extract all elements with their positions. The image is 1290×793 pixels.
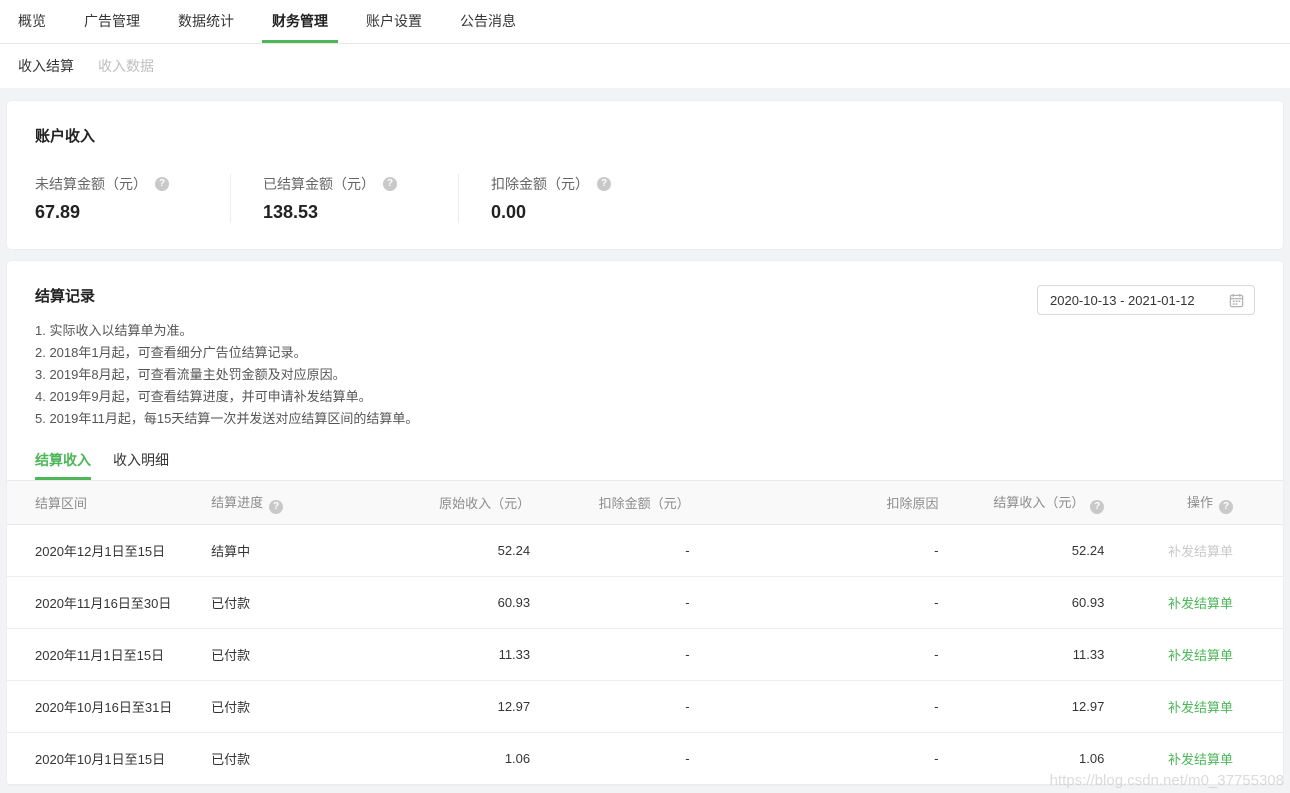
stat-deducted-label: 扣除金额（元）: [491, 174, 589, 194]
cell-settlement-income: 60.93: [938, 577, 1104, 629]
table-header-row: 结算区间 结算进度? 原始收入（元） 扣除金额（元） 扣除原因 结算收入（元）?…: [7, 481, 1283, 525]
col-header-deduction: 扣除金额（元）: [530, 481, 690, 525]
cell-period: 2020年11月16日至30日: [7, 577, 211, 629]
reissue-statement-link[interactable]: 补发结算单: [1168, 648, 1233, 663]
tab-overview[interactable]: 概览: [8, 0, 56, 43]
table-row: 2020年11月16日至30日 已付款 60.93 - - 60.93 补发结算…: [7, 577, 1283, 629]
cell-deduction-reason: -: [690, 577, 939, 629]
cell-deduction: -: [530, 577, 690, 629]
cell-period: 2020年10月16日至31日: [7, 681, 211, 733]
cell-period: 2020年10月1日至15日: [7, 733, 211, 785]
col-header-original-income: 原始收入（元）: [364, 481, 530, 525]
calendar-icon[interactable]: [1229, 293, 1244, 308]
account-income-card: 账户收入 未结算金额（元） ? 67.89 已结算金额（元） ? 138.53 …: [7, 101, 1283, 249]
reissue-statement-link[interactable]: 补发结算单: [1168, 596, 1233, 611]
note-line: 4. 2019年9月起，可查看结算进度，并可申请补发结算单。: [35, 386, 1255, 408]
cell-progress: 已付款: [211, 629, 364, 681]
top-nav: 概览 广告管理 数据统计 财务管理 账户设置 公告消息: [0, 0, 1290, 44]
note-line: 3. 2019年8月起，可查看流量主处罚金额及对应原因。: [35, 364, 1255, 386]
date-range-picker[interactable]: 2020-10-13 - 2021-01-12: [1037, 285, 1255, 315]
settlement-tabs: 结算收入 收入明细: [7, 444, 1283, 480]
tab-account-settings[interactable]: 账户设置: [356, 0, 432, 43]
col-header-deduction-reason: 扣除原因: [690, 481, 939, 525]
tab-announcements[interactable]: 公告消息: [450, 0, 526, 43]
cell-original-income: 60.93: [364, 577, 530, 629]
settlement-records-card: 结算记录 2020-10-13 - 2021-01-12 1. 实际收入以结算单…: [7, 261, 1283, 785]
stat-deducted: 扣除金额（元） ? 0.00: [491, 174, 654, 223]
subnav-income-settlement[interactable]: 收入结算: [18, 56, 74, 76]
cell-settlement-income: 12.97: [938, 681, 1104, 733]
stat-divider: [458, 174, 459, 223]
tab-income-detail[interactable]: 收入明细: [113, 444, 169, 480]
account-income-title: 账户收入: [35, 125, 1255, 146]
note-line: 5. 2019年11月起，每15天结算一次并发送对应结算区间的结算单。: [35, 408, 1255, 430]
cell-deduction-reason: -: [690, 629, 939, 681]
sub-nav: 收入结算 收入数据: [0, 44, 1290, 88]
subnav-income-data[interactable]: 收入数据: [98, 56, 154, 76]
col-header-progress: 结算进度?: [211, 481, 364, 525]
settlement-notes: 1. 实际收入以结算单为准。 2. 2018年1月起，可查看细分广告位结算记录。…: [35, 320, 1255, 430]
cell-progress: 已付款: [211, 733, 364, 785]
reissue-statement-link[interactable]: 补发结算单: [1168, 752, 1233, 767]
help-icon[interactable]: ?: [1219, 500, 1233, 514]
income-stats: 未结算金额（元） ? 67.89 已结算金额（元） ? 138.53 扣除金额（…: [35, 174, 1255, 223]
cell-settlement-income: 11.33: [938, 629, 1104, 681]
col-header-settlement-income: 结算收入（元）?: [938, 481, 1104, 525]
stat-settled: 已结算金额（元） ? 138.53: [263, 174, 426, 223]
cell-settlement-income: 52.24: [938, 525, 1104, 577]
col-header-action: 操作?: [1104, 481, 1283, 525]
tab-finance-management[interactable]: 财务管理: [262, 0, 338, 43]
tab-settlement-income[interactable]: 结算收入: [35, 444, 91, 480]
tab-data-statistics[interactable]: 数据统计: [168, 0, 244, 43]
help-icon[interactable]: ?: [269, 500, 283, 514]
table-row: 2020年10月1日至15日 已付款 1.06 - - 1.06 补发结算单: [7, 733, 1283, 785]
cell-deduction-reason: -: [690, 681, 939, 733]
note-line: 2. 2018年1月起，可查看细分广告位结算记录。: [35, 342, 1255, 364]
cell-progress: 已付款: [211, 577, 364, 629]
table-row: 2020年12月1日至15日 结算中 52.24 - - 52.24 补发结算单: [7, 525, 1283, 577]
cell-original-income: 52.24: [364, 525, 530, 577]
tab-ad-management[interactable]: 广告管理: [74, 0, 150, 43]
cell-period: 2020年12月1日至15日: [7, 525, 211, 577]
cell-original-income: 1.06: [364, 733, 530, 785]
stat-unsettled-label: 未结算金额（元）: [35, 174, 147, 194]
settlement-table-body: 2020年12月1日至15日 结算中 52.24 - - 52.24 补发结算单…: [7, 525, 1283, 785]
cell-progress: 已付款: [211, 681, 364, 733]
help-icon[interactable]: ?: [155, 177, 169, 191]
date-range-value: 2020-10-13 - 2021-01-12: [1050, 293, 1229, 308]
help-icon[interactable]: ?: [1090, 500, 1104, 514]
cell-period: 2020年11月1日至15日: [7, 629, 211, 681]
cell-deduction: -: [530, 525, 690, 577]
settlement-table: 结算区间 结算进度? 原始收入（元） 扣除金额（元） 扣除原因 结算收入（元）?…: [7, 480, 1283, 785]
stat-unsettled: 未结算金额（元） ? 67.89: [35, 174, 198, 223]
stat-unsettled-value: 67.89: [35, 202, 198, 223]
stat-divider: [230, 174, 231, 223]
help-icon[interactable]: ?: [383, 177, 397, 191]
reissue-statement-link[interactable]: 补发结算单: [1168, 700, 1233, 715]
cell-deduction-reason: -: [690, 733, 939, 785]
stat-settled-label: 已结算金额（元）: [263, 174, 375, 194]
table-row: 2020年11月1日至15日 已付款 11.33 - - 11.33 补发结算单: [7, 629, 1283, 681]
stat-deducted-value: 0.00: [491, 202, 654, 223]
cell-original-income: 11.33: [364, 629, 530, 681]
cell-original-income: 12.97: [364, 681, 530, 733]
table-row: 2020年10月16日至31日 已付款 12.97 - - 12.97 补发结算…: [7, 681, 1283, 733]
col-header-period: 结算区间: [7, 481, 211, 525]
note-line: 1. 实际收入以结算单为准。: [35, 320, 1255, 342]
stat-settled-value: 138.53: [263, 202, 426, 223]
cell-deduction: -: [530, 733, 690, 785]
help-icon[interactable]: ?: [597, 177, 611, 191]
cell-deduction: -: [530, 681, 690, 733]
cell-deduction: -: [530, 629, 690, 681]
reissue-statement-link: 补发结算单: [1168, 544, 1233, 559]
cell-settlement-income: 1.06: [938, 733, 1104, 785]
cell-progress: 结算中: [211, 525, 364, 577]
cell-deduction-reason: -: [690, 525, 939, 577]
